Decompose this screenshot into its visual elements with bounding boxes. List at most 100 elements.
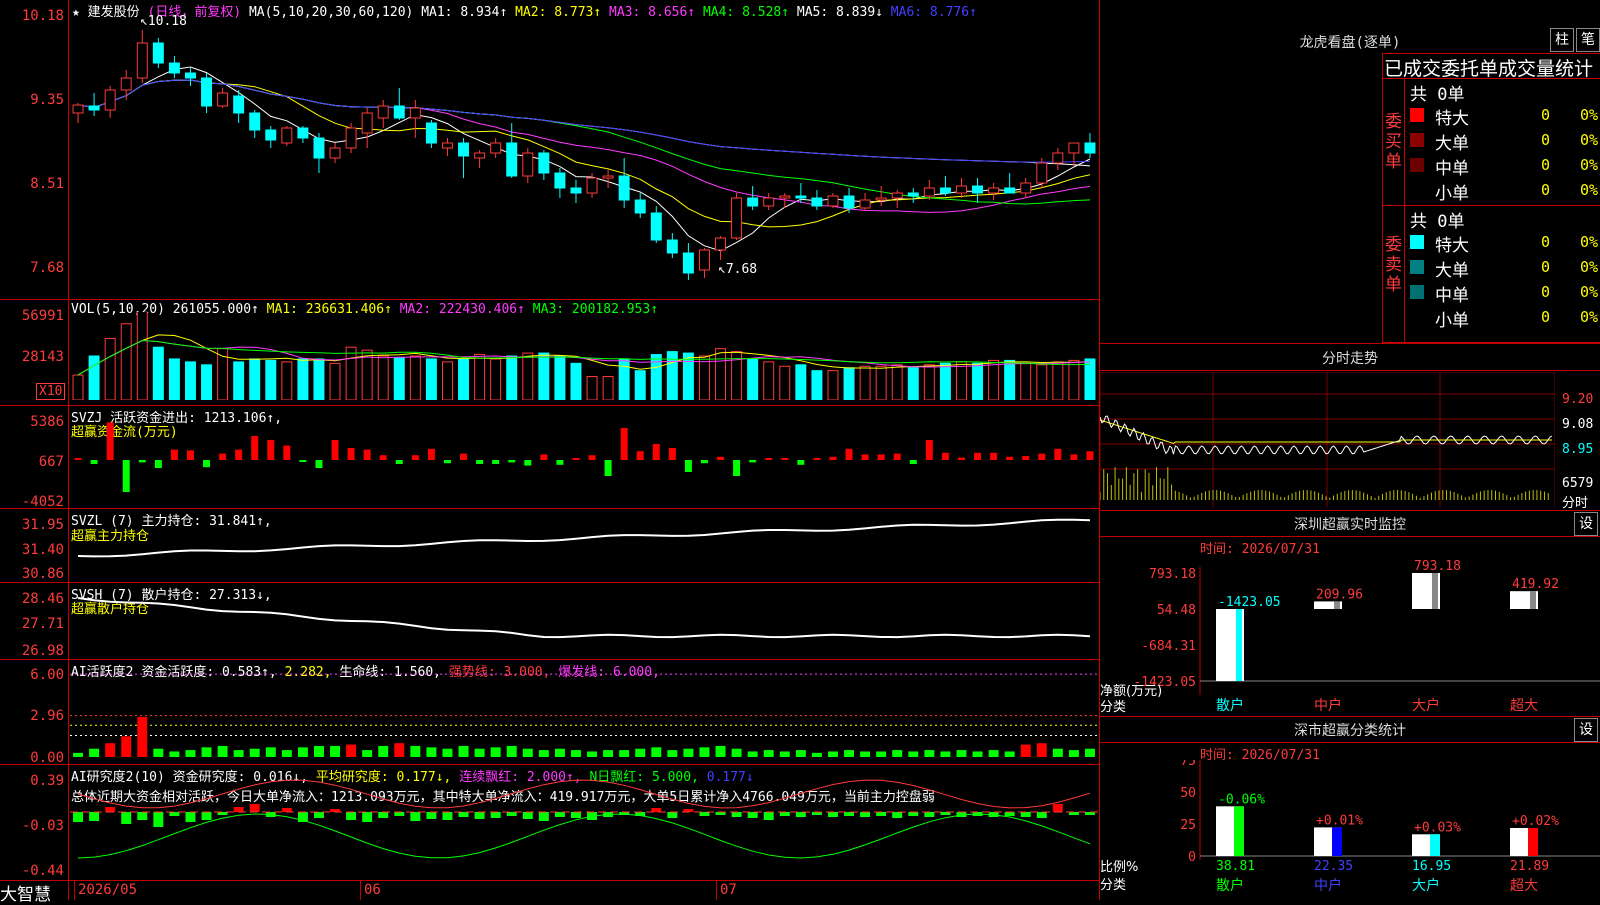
fund-flow-bar <box>733 460 741 476</box>
candle <box>602 175 614 179</box>
fund-flow-bar <box>652 444 660 460</box>
sell-row-pct: 0% <box>1579 233 1598 251</box>
fund-flow-bar <box>106 422 114 460</box>
research-bar <box>908 812 919 816</box>
candle <box>345 127 357 149</box>
research-bar <box>1052 804 1063 812</box>
ma4-line <box>77 79 1091 205</box>
volume-bar <box>602 376 614 400</box>
activity-bar <box>249 748 260 757</box>
activity-bar <box>731 748 742 757</box>
svsh-chart[interactable] <box>70 584 1098 658</box>
classify-chart[interactable]: 75 50 25 0 -0.06% 38.81 散户 +0.01% 22.35 中户 +0.03% 1… <box>1100 760 1600 900</box>
fund-flow-bar <box>797 460 805 465</box>
activity-bar <box>635 748 646 757</box>
buy-row-label: 大单 <box>1435 134 1469 154</box>
candle <box>698 249 710 271</box>
candle <box>554 172 566 189</box>
fund-flow-bar <box>556 460 564 465</box>
volume-bar <box>249 358 261 400</box>
ai2-chart[interactable] <box>70 768 1098 880</box>
monitor-category-label: 散户 <box>1216 697 1244 714</box>
svzj-axis-2: 667 <box>38 454 64 470</box>
monitor-category-label: 中户 <box>1314 697 1342 714</box>
monitor-title: 深圳超赢实时监控 <box>1294 517 1406 533</box>
intraday-chart[interactable] <box>1100 372 1555 507</box>
candle <box>329 147 341 159</box>
fund-flow-bar <box>122 460 130 492</box>
svzl-chart[interactable] <box>70 510 1098 582</box>
candle <box>1068 142 1080 154</box>
research-bar <box>1020 812 1031 817</box>
ai1-axis-2: 2.96 <box>30 708 64 724</box>
classify-value-label: 21.89 <box>1510 859 1549 874</box>
research-bar <box>249 804 260 812</box>
research-bar <box>458 812 469 817</box>
candle <box>1052 152 1064 164</box>
candlestick-chart[interactable] <box>70 18 1098 298</box>
ai1-chart[interactable] <box>70 664 1098 762</box>
buy-row-count: 0 <box>1540 131 1550 149</box>
candle <box>265 129 277 141</box>
ai1-axis-1: 6.00 <box>30 667 64 683</box>
svzj-chart[interactable] <box>70 420 1098 506</box>
kline-area[interactable]: ★ 建发股份 (日线，前复权) MA(5,10,20,30,60,120) MA… <box>0 0 1100 905</box>
monitor-chart[interactable]: 793.1854.48-684.31-1423.05-1423.05散户209.… <box>1100 555 1600 715</box>
activity-bar <box>426 747 437 757</box>
activity-bar <box>378 745 389 757</box>
research-bar <box>1036 812 1047 818</box>
volume-chart[interactable] <box>70 312 1098 400</box>
research-bar <box>346 812 357 820</box>
volume-bar <box>988 359 1000 400</box>
candle <box>634 199 646 214</box>
volume-bar <box>891 364 903 400</box>
research-bar <box>201 812 212 820</box>
volume-bar <box>201 364 213 400</box>
volume-bar <box>779 365 791 400</box>
research-bar <box>313 812 324 818</box>
buy-total: 共 0单 <box>1410 85 1465 105</box>
candle <box>570 187 582 194</box>
fund-flow-bar <box>363 449 371 460</box>
price-axis-1: 10.18 <box>21 8 64 24</box>
tick-mode-button[interactable]: 笔 <box>1576 28 1600 52</box>
bar-mode-button[interactable]: 柱 <box>1550 28 1574 52</box>
candle <box>152 42 164 64</box>
classify-settings-button[interactable]: 设 <box>1574 718 1598 742</box>
monitor-value-label: 793.18 <box>1414 559 1461 574</box>
sell-row-count: 0 <box>1540 283 1550 301</box>
sell-row-count: 0 <box>1540 233 1550 251</box>
candle <box>393 105 405 119</box>
ma6-line <box>77 79 1091 163</box>
fund-flow-bar <box>90 460 98 464</box>
candle <box>907 192 919 197</box>
research-bar <box>747 812 758 818</box>
research-bar <box>860 812 871 817</box>
candle <box>506 142 518 177</box>
ma1-line <box>77 66 1091 252</box>
ma3-line <box>77 79 1091 213</box>
lhb-title: 龙虎看盘(逐单) <box>1299 35 1401 51</box>
buy-row-pct: 0% <box>1579 131 1598 149</box>
activity-bar <box>940 751 951 757</box>
sell-row-pct: 0% <box>1579 283 1598 301</box>
lhb-stats-title: 已成交委托单成交量统计 <box>1384 58 1594 80</box>
low-mark: ↖7.68 <box>718 262 758 277</box>
buy-order-label: 委买单 <box>1385 112 1402 172</box>
fund-flow-bar <box>700 460 708 464</box>
fund-flow-bar <box>845 448 853 460</box>
research-bar <box>169 812 180 816</box>
volume-bar <box>522 352 534 400</box>
candle <box>1084 142 1096 154</box>
volume-bar <box>233 361 245 400</box>
research-bar <box>876 812 887 816</box>
sell-color-swatch <box>1410 235 1424 249</box>
x-date-1: 2026/05 <box>78 882 138 898</box>
fund-flow-bar <box>1022 456 1030 460</box>
monitor-settings-button[interactable]: 设 <box>1574 512 1598 536</box>
classify-bar-shade <box>1234 806 1244 856</box>
classify-title: 深市超赢分类统计 <box>1294 723 1406 739</box>
buy-row-label: 特大 <box>1435 109 1469 129</box>
vol-ma1-line <box>77 334 1091 376</box>
volume-bar <box>972 362 984 400</box>
